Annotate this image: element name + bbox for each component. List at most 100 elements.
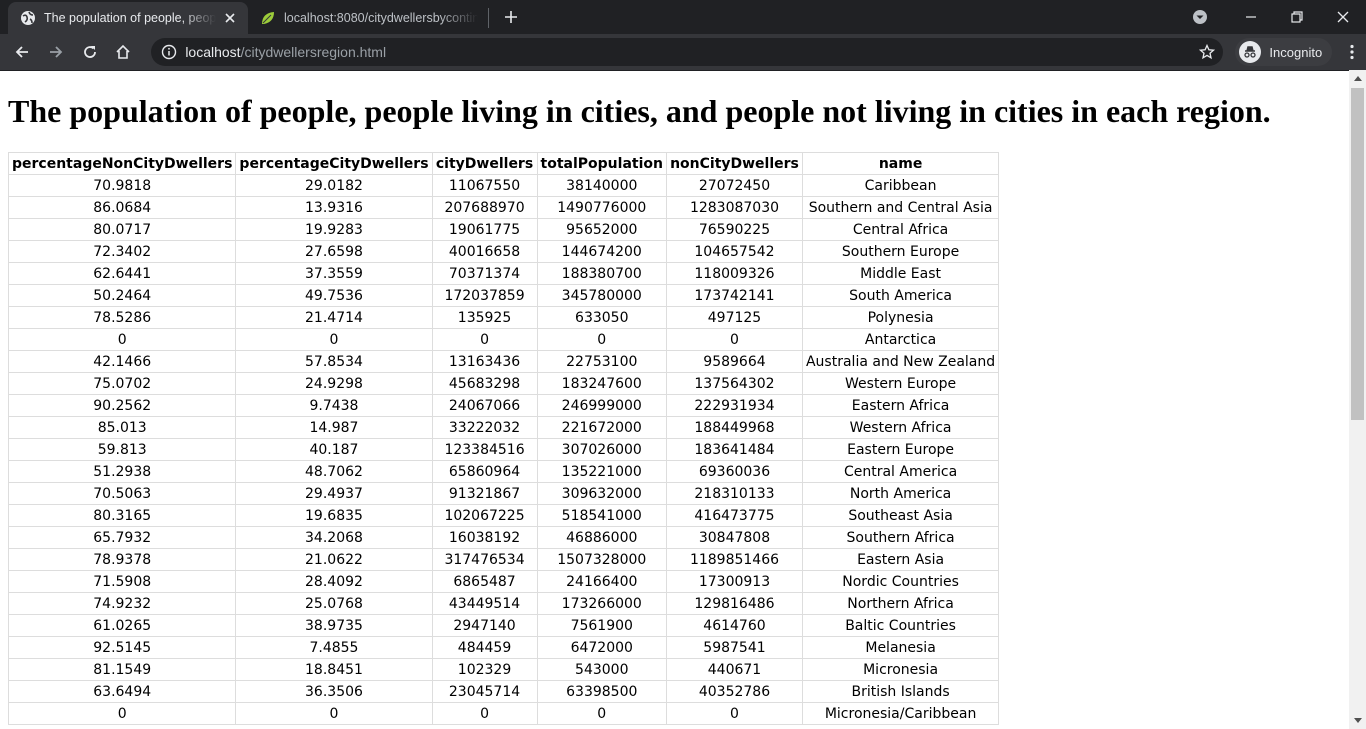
scrollbar-thumb[interactable]: [1351, 88, 1364, 420]
table-cell: 59.813: [7, 438, 237, 461]
window-controls: [1184, 0, 1366, 34]
restore-icon[interactable]: [1274, 0, 1320, 34]
table-cell: 633050: [536, 306, 667, 329]
tab-inactive[interactable]: localhost:8080/citydwellersbycontinent: [248, 2, 488, 34]
table-cell: 484459: [431, 636, 538, 659]
table-cell: 1490776000: [536, 196, 667, 219]
table-cell: 61.0265: [7, 614, 237, 637]
table-cell: 69360036: [665, 460, 803, 483]
table-cell: 7.4855: [235, 636, 433, 659]
table-row: 72.3402 27.6598 40016658 144674200 104657542…: [7, 240, 1000, 263]
table-row: 74.9232 25.0768 43449514 173266000 129816486…: [7, 592, 1000, 615]
table-cell: South America: [801, 284, 1000, 307]
table-cell: Central Africa: [801, 218, 1000, 241]
tab-strip: The population of people, people living …: [0, 0, 1366, 34]
column-header: cityDwellers: [431, 152, 538, 175]
table-cell: 27.6598: [235, 240, 433, 263]
table-cell: 102067225: [431, 504, 538, 527]
table-cell: 78.9378: [7, 548, 237, 571]
table-cell: 222931934: [665, 394, 803, 417]
table-cell: British Islands: [801, 680, 1000, 703]
scroll-up-icon[interactable]: [1349, 70, 1366, 87]
table-cell: 5987541: [665, 636, 803, 659]
table-cell: 6472000: [536, 636, 667, 659]
scroll-down-icon[interactable]: [1349, 712, 1366, 729]
table-cell: 135221000: [536, 460, 667, 483]
minimize-icon[interactable]: [1228, 0, 1274, 34]
table-cell: 183641484: [665, 438, 803, 461]
kebab-menu-icon[interactable]: [1338, 38, 1366, 66]
tab-title: localhost:8080/citydwellersbycontinent: [284, 11, 478, 25]
table-cell: 21.0622: [235, 548, 433, 571]
table-cell: Southern and Central Asia: [801, 196, 1000, 219]
table-cell: 22753100: [536, 350, 667, 373]
table-row: 78.9378 21.0622 317476534 1507328000 1189851…: [7, 548, 1000, 571]
table-cell: 0: [7, 702, 237, 725]
table-cell: 19.9283: [235, 218, 433, 241]
table-cell: 70.9818: [7, 174, 237, 197]
table-row: 80.0717 19.9283 19061775 95652000 76590225 Ce…: [7, 218, 1000, 241]
incognito-profile-button[interactable]: Incognito: [1235, 38, 1333, 66]
table-cell: 1189851466: [665, 548, 803, 571]
table-cell: Antarctica: [801, 328, 1000, 351]
forward-icon[interactable]: [40, 36, 72, 68]
table-cell: 13163436: [431, 350, 538, 373]
table-cell: 9.7438: [235, 394, 433, 417]
bookmark-star-icon[interactable]: [1199, 43, 1216, 60]
table-cell: 80.3165: [7, 504, 237, 527]
table-row: 80.3165 19.6835 102067225 518541000 41647377…: [7, 504, 1000, 527]
table-cell: 30847808: [665, 526, 803, 549]
table-cell: 440671: [665, 658, 803, 681]
table-cell: 48.7062: [235, 460, 433, 483]
home-icon[interactable]: [107, 36, 139, 68]
table-cell: 188449968: [665, 416, 803, 439]
table-cell: 4614760: [665, 614, 803, 637]
table-cell: 40352786: [665, 680, 803, 703]
table-row: 0 0 0 0 0 Antarctica: [7, 328, 1000, 351]
table-cell: 63398500: [536, 680, 667, 703]
table-cell: 38140000: [536, 174, 667, 197]
table-cell: 29.4937: [235, 482, 433, 505]
table-cell: Micronesia/Caribbean: [801, 702, 1000, 725]
reload-icon[interactable]: [74, 36, 106, 68]
table-cell: 63.6494: [7, 680, 237, 703]
table-cell: 9589664: [665, 350, 803, 373]
region-population-table: percentageNonCityDwellers percentageCityD…: [7, 152, 1000, 725]
back-icon[interactable]: [6, 36, 38, 68]
new-tab-icon[interactable]: [497, 3, 525, 31]
table-cell: 38.9735: [235, 614, 433, 637]
tab-close-icon[interactable]: [222, 10, 238, 26]
table-cell: 16038192: [431, 526, 538, 549]
table-cell: 19061775: [431, 218, 538, 241]
tab-search-icon[interactable]: [1184, 0, 1216, 34]
table-cell: 27072450: [665, 174, 803, 197]
table-cell: 123384516: [431, 438, 538, 461]
address-bar[interactable]: localhost/citydwellersregion.html: [151, 38, 1224, 66]
table-cell: 90.2562: [7, 394, 237, 417]
table-cell: 62.6441: [7, 262, 237, 285]
table-cell: 188380700: [536, 262, 667, 285]
table-cell: 95652000: [536, 218, 667, 241]
table-row: 0 0 0 0 0 Micronesia/Caribbean: [7, 702, 1000, 725]
table-cell: Southern Europe: [801, 240, 1000, 263]
table-cell: Nordic Countries: [801, 570, 1000, 593]
table-cell: Eastern Europe: [801, 438, 1000, 461]
table-cell: 18.8451: [235, 658, 433, 681]
column-header: nonCityDwellers: [665, 152, 803, 175]
table-cell: 0: [235, 328, 433, 351]
table-cell: 91321867: [431, 482, 538, 505]
table-cell: 70.5063: [7, 482, 237, 505]
vertical-scrollbar[interactable]: [1349, 70, 1366, 729]
table-cell: 75.0702: [7, 372, 237, 395]
table-cell: Eastern Asia: [801, 548, 1000, 571]
close-window-icon[interactable]: [1320, 0, 1366, 34]
table-row: 81.1549 18.8451 102329 543000 440671 Micrones…: [7, 658, 1000, 681]
table-cell: 74.9232: [7, 592, 237, 615]
info-icon[interactable]: [161, 44, 177, 60]
table-cell: 37.3559: [235, 262, 433, 285]
tab-active[interactable]: The population of people, people living …: [8, 2, 248, 34]
table-cell: 7561900: [536, 614, 667, 637]
table-row: 65.7932 34.2068 16038192 46886000 30847808 So…: [7, 526, 1000, 549]
table-cell: Middle East: [801, 262, 1000, 285]
table-cell: 0: [536, 328, 667, 351]
